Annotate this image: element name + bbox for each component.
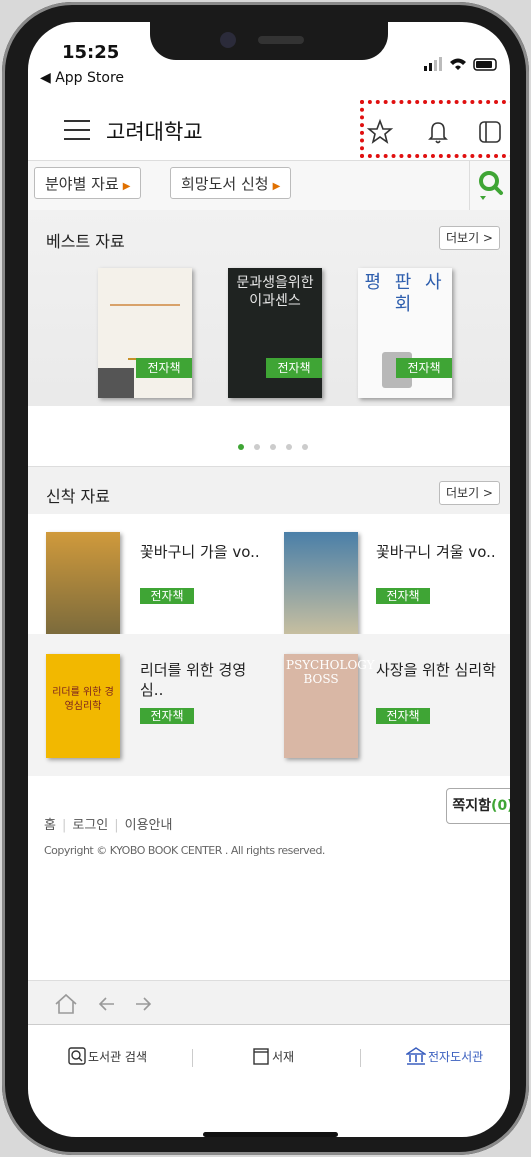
menu-icon[interactable] [64, 120, 90, 140]
tab-divider [192, 1049, 193, 1067]
search-button[interactable] [469, 161, 510, 210]
speaker [258, 36, 304, 44]
forward-arrow-icon[interactable] [132, 989, 160, 1017]
clock: 15:25 [62, 42, 120, 63]
tab-e-library-label: 전자도서관 [428, 1050, 484, 1064]
best-more-button[interactable]: 더보기 > [439, 226, 500, 250]
footer-guide-link[interactable]: 이용안내 [125, 818, 173, 833]
tab-bookshelf[interactable]: 서재 [252, 1047, 294, 1065]
new-book-2-cover[interactable] [284, 532, 358, 636]
new-row-2: 리더를 위한 경영심리학 리더를 위한 경영 심.. 전자책 PSYCHOLOG… [28, 634, 510, 776]
best-book-1[interactable]: 전자책 [98, 268, 192, 398]
arrow-right-icon: ▶ [272, 181, 281, 192]
book-request-label: 희망도서 신청 [181, 175, 269, 193]
page-dot-2[interactable] [254, 444, 260, 450]
tab-library-search[interactable]: 도서관 검색 [68, 1047, 147, 1065]
bottom-tab-bar: 도서관 검색 서재 전자도서관 [28, 1024, 510, 1085]
ebook-badge: 전자책 [396, 358, 452, 378]
status-icons [424, 57, 497, 71]
best-section-title: 베스트 자료 [46, 232, 125, 251]
new-book-4-cover[interactable]: PSYCHOLOGY BOSS [284, 654, 375, 758]
new-book-1-cover[interactable] [46, 532, 120, 636]
phone-frame: 15:25 ◀ App Store 고려대학교 분야별 자료 ▶ 희망도서 신청… [2, 2, 529, 1155]
new-book-3-cover[interactable]: 리더를 위한 경영심리학 [46, 654, 120, 758]
back-arrow-icon[interactable] [96, 989, 124, 1017]
ebook-badge: 전자책 [136, 358, 192, 378]
search-icon [479, 171, 503, 200]
camera [220, 32, 236, 48]
notch [150, 22, 388, 60]
field-browse-button[interactable]: 분야별 자료 ▶ [34, 167, 142, 199]
home-indicator [203, 1132, 338, 1137]
bell-icon[interactable] [424, 118, 452, 146]
new-book-3-title[interactable]: 리더를 위한 경영 심.. [140, 660, 260, 700]
back-to-app-store[interactable]: ◀ App Store [40, 70, 124, 86]
sidebar-panel-icon[interactable] [476, 118, 504, 146]
home-icon[interactable] [52, 989, 80, 1017]
page-dot-3[interactable] [270, 444, 276, 450]
book-cover-title: PSYCHOLOGY BOSS [286, 658, 375, 686]
footer-login-link[interactable]: 로그인 [72, 818, 108, 833]
ebook-badge: 전자책 [266, 358, 322, 378]
arrow-right-icon: ▶ [122, 181, 131, 192]
new-section-title: 신착 자료 [46, 487, 110, 506]
library-building-icon [404, 1047, 428, 1065]
page-dot-4[interactable] [286, 444, 292, 450]
ebook-badge: 전자책 [376, 708, 430, 724]
book-cover-title: 리더를 위한 경영심리학 [52, 687, 114, 712]
tab-bookshelf-label: 서재 [272, 1050, 295, 1064]
new-book-4-title[interactable]: 사장을 위한 심리학 [376, 660, 496, 680]
screen: 15:25 ◀ App Store 고려대학교 분야별 자료 ▶ 희망도서 신청… [28, 22, 510, 1137]
copyright-text: Copyright © KYOBO BOOK CENTER . All righ… [44, 844, 325, 857]
best-book-3[interactable]: 평 판 사 회 전자책 [358, 268, 452, 398]
message-box-label: 쪽지함 [452, 798, 492, 814]
footer-home-link[interactable]: 홈 [44, 818, 56, 833]
ebook-badge: 전자책 [140, 588, 194, 604]
footer-links: 홈 | 로그인 | 이용안내 [44, 818, 173, 833]
page-dot-1[interactable] [238, 444, 244, 450]
star-icon[interactable] [366, 118, 394, 146]
book-cover-title: 문과생을위한 이과센스 [236, 275, 314, 309]
best-book-2[interactable]: 문과생을위한 이과센스 전자책 [228, 268, 322, 398]
message-box-button[interactable]: 쪽지함(0) [446, 788, 510, 824]
bookshelf-icon [253, 1048, 269, 1065]
search-icon [68, 1047, 86, 1065]
tab-divider [360, 1049, 361, 1067]
new-book-2-title[interactable]: 꽃바구니 겨울 vo.. [376, 542, 496, 562]
message-count: (0) [491, 798, 510, 814]
page-title: 고려대학교 [106, 120, 203, 144]
ebook-badge: 전자책 [140, 708, 194, 724]
tab-library-search-label: 도서관 검색 [88, 1050, 148, 1064]
new-section-header: 신착 자료 더보기 > [28, 466, 510, 515]
tab-e-library[interactable]: 전자도서관 [404, 1047, 484, 1065]
ebook-badge: 전자책 [376, 588, 430, 604]
carousel-pagination[interactable] [238, 435, 318, 454]
new-book-1-title[interactable]: 꽃바구니 가을 vo.. [140, 542, 260, 562]
book-request-button[interactable]: 희망도서 신청 ▶ [170, 167, 292, 199]
book-cover-title: 평 판 사 회 [364, 272, 446, 315]
page-dot-5[interactable] [302, 444, 308, 450]
browser-nav-bar [28, 980, 510, 1025]
new-row-1: 꽃바구니 가을 vo.. 전자책 꽃바구니 겨울 vo.. 전자책 [28, 514, 510, 636]
new-more-button[interactable]: 더보기 > [439, 481, 500, 505]
field-browse-label: 분야별 자료 [45, 175, 119, 193]
sub-navigation: 분야별 자료 ▶ 희망도서 신청 ▶ [28, 160, 510, 212]
